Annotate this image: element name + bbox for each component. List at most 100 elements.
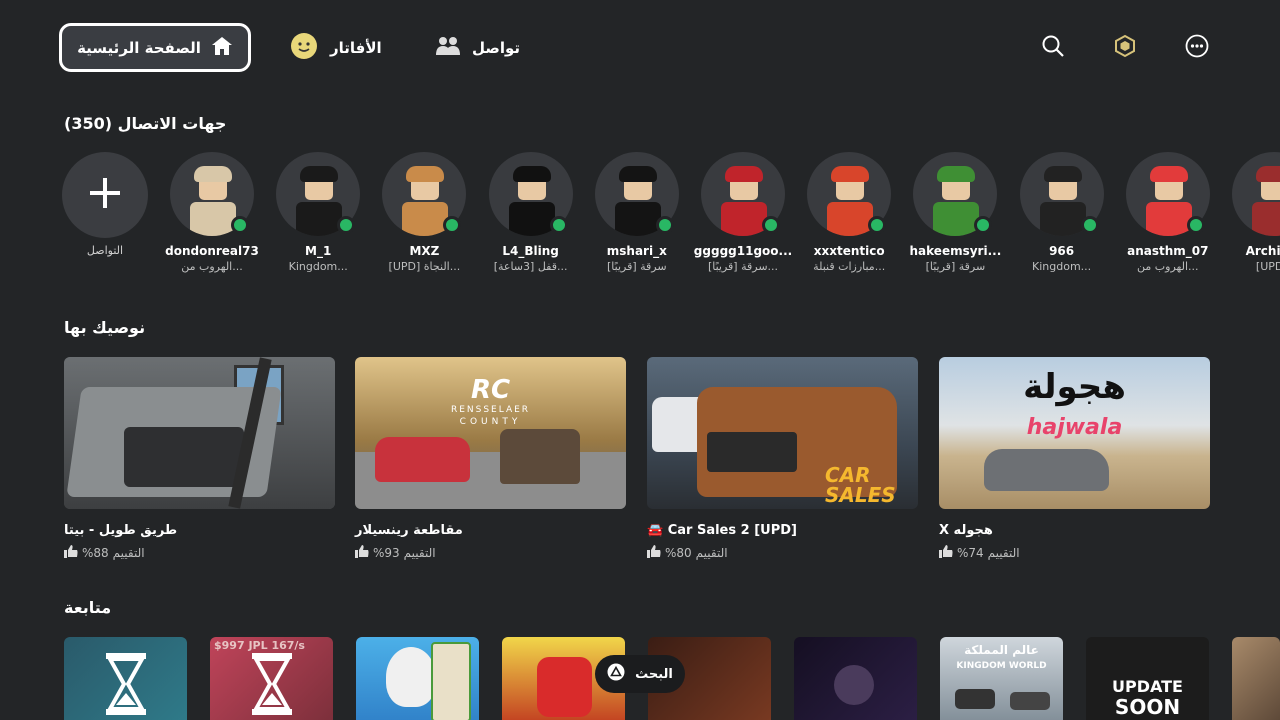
online-status-dot bbox=[337, 216, 356, 234]
add-contact-button[interactable] bbox=[62, 152, 148, 238]
online-status-dot bbox=[1186, 216, 1205, 234]
robux-button[interactable] bbox=[1110, 33, 1140, 63]
hajwala-latin-logo: hajwala bbox=[1026, 415, 1123, 440]
online-status-dot bbox=[868, 216, 887, 234]
top-navigation: الصفحة الرئيسية الأفاتار تواصل bbox=[0, 0, 1280, 96]
contact-item[interactable]: hakeemsyri... سرقة [قريبًا] bbox=[902, 152, 1008, 280]
avatar-face-icon bbox=[290, 32, 318, 64]
contact-name: ggggg11goo... bbox=[693, 244, 793, 258]
more-icon bbox=[1185, 34, 1209, 62]
continue-tile[interactable] bbox=[1232, 637, 1280, 720]
contact-item[interactable]: xxxtentico مبارزات قنبلة... bbox=[796, 152, 902, 280]
contact-status: [UPD!] bbox=[1255, 260, 1280, 273]
game-thumbnail[interactable]: CAR SALES bbox=[647, 357, 918, 509]
contact-item[interactable]: anasthm_07 الهروب من... bbox=[1115, 152, 1221, 280]
robux-icon bbox=[1113, 34, 1137, 62]
contact-status: الهروب من... bbox=[181, 260, 243, 273]
contact-status: Kingdom... bbox=[288, 260, 348, 273]
add-contact[interactable]: التواصل bbox=[62, 152, 168, 280]
online-status-dot bbox=[974, 216, 993, 234]
game-thumbnail[interactable]: RC RENSSELAER COUNTY bbox=[355, 357, 626, 509]
contact-name: 966 bbox=[1049, 244, 1075, 258]
rc-subtitle-1: RENSSELAER bbox=[450, 405, 531, 415]
trollface-image bbox=[386, 647, 436, 707]
contact-avatar[interactable] bbox=[1232, 152, 1280, 236]
rating-value: %93 bbox=[373, 545, 400, 560]
game-card[interactable]: CAR SALES [UPD] Car Sales 2 🚘 %80 التقيي… bbox=[647, 357, 918, 561]
hourglass-icon bbox=[250, 651, 294, 720]
hourglass-icon bbox=[104, 651, 148, 720]
continue-tile[interactable]: عالم المملكة KINGDOM WORLD bbox=[940, 637, 1063, 720]
search-shortcut-pill[interactable]: البحث bbox=[595, 655, 685, 693]
game-thumbnail[interactable] bbox=[64, 357, 335, 509]
nav-home-button[interactable]: الصفحة الرئيسية bbox=[59, 23, 251, 72]
rc-subtitle-2: COUNTY bbox=[459, 417, 522, 427]
contact-status: الهروب من... bbox=[1137, 260, 1199, 273]
nav-connect-button[interactable]: تواصل bbox=[436, 30, 520, 66]
contact-status: مبارزات قنبلة... bbox=[813, 260, 886, 273]
game-title: طريق طويل - بيتا bbox=[64, 523, 178, 538]
search-icon bbox=[1041, 34, 1065, 62]
game-card[interactable]: RC RENSSELAER COUNTY مقاطعة رينسيلار %93… bbox=[355, 357, 626, 561]
contact-item[interactable]: Archie... [UPD!] bbox=[1221, 152, 1280, 280]
contact-name: L4_Bling bbox=[502, 244, 559, 258]
home-icon bbox=[211, 36, 233, 60]
contact-item[interactable]: M_1 Kingdom... bbox=[265, 152, 371, 280]
thumbs-up-icon bbox=[939, 544, 953, 561]
contact-status: سرقة [قريبًا] bbox=[925, 260, 986, 273]
continue-tile[interactable] bbox=[64, 637, 187, 720]
contact-status: سرقة [قريبًا] bbox=[607, 260, 667, 273]
contact-name: M_1 bbox=[305, 244, 332, 258]
contact-name: dondonreal73 bbox=[165, 244, 259, 258]
contact-status: [UPD] النجاة... bbox=[388, 260, 461, 273]
contact-item[interactable]: L4_Bling قفل [3ساعة]... bbox=[478, 152, 584, 280]
continue-title: متابعة bbox=[64, 598, 112, 617]
more-options-button[interactable] bbox=[1182, 33, 1212, 63]
connect-label: تواصل bbox=[472, 39, 521, 57]
kingdom-world-arabic: عالم المملكة bbox=[964, 643, 1039, 657]
contact-item[interactable]: MXZ [UPD] النجاة... bbox=[371, 152, 477, 280]
contact-name: mshari_x bbox=[606, 244, 667, 258]
thumbs-up-icon bbox=[647, 544, 661, 561]
online-status-dot bbox=[762, 216, 780, 234]
add-contact-label: التواصل bbox=[86, 244, 124, 257]
game-thumbnail[interactable]: هجولة hajwala bbox=[939, 357, 1210, 509]
rating-value: %74 bbox=[957, 545, 984, 560]
contact-item[interactable]: 966 Kingdom... bbox=[1009, 152, 1115, 280]
rating-label: التقييم bbox=[987, 545, 1020, 560]
continue-tile[interactable]: UPDATE SOON bbox=[1086, 637, 1209, 720]
online-status-dot bbox=[231, 216, 249, 234]
people-icon bbox=[436, 35, 460, 61]
update-text-2: SOON bbox=[1114, 695, 1181, 719]
update-text-1: UPDATE bbox=[1112, 677, 1183, 696]
contact-name: Archie... bbox=[1245, 244, 1280, 258]
game-rating: %88 التقييم bbox=[64, 544, 335, 561]
online-status-dot bbox=[443, 216, 462, 234]
contact-item[interactable]: mshari_x سرقة [قريبًا] bbox=[584, 152, 690, 280]
game-title: مقاطعة رينسيلار bbox=[355, 523, 463, 538]
game-rating: %74 التقييم bbox=[939, 544, 1210, 561]
thumbs-up-icon bbox=[355, 544, 369, 561]
contact-item[interactable]: ggggg11goo... سرقة [قريبًا]... bbox=[690, 152, 796, 280]
rc-logo-text: RC bbox=[470, 375, 511, 405]
game-rating: %80 التقييم bbox=[647, 544, 918, 561]
game-card[interactable]: هجولة hajwala هجوله X %74 التقييم bbox=[939, 357, 1210, 561]
game-card[interactable]: طريق طويل - بيتا %88 التقييم bbox=[64, 357, 335, 561]
contacts-row: التواصل dondonreal73 الهروب من... M_1 Kingd… bbox=[62, 152, 1280, 282]
nav-avatar-button[interactable]: الأفاتار bbox=[290, 30, 382, 66]
plus-icon bbox=[87, 175, 123, 215]
continue-tile[interactable]: $997 JPL 167/s bbox=[210, 637, 333, 720]
contact-item[interactable]: dondonreal73 الهروب من... bbox=[159, 152, 265, 280]
recommended-title: نوصيك بها bbox=[64, 318, 146, 337]
search-button[interactable] bbox=[1038, 33, 1068, 63]
avatar-label: الأفاتار bbox=[330, 39, 382, 57]
car-sales-logo-1: CAR bbox=[825, 463, 871, 487]
continue-tile[interactable] bbox=[794, 637, 917, 720]
contact-name: anasthm_07 bbox=[1127, 244, 1209, 258]
continue-tile[interactable] bbox=[356, 637, 479, 720]
rating-label: التقييم bbox=[695, 545, 728, 560]
contact-status: Kingdom... bbox=[1032, 260, 1092, 273]
contact-name: hakeemsyri... bbox=[909, 244, 1002, 258]
online-status-dot bbox=[655, 216, 674, 234]
home-label: الصفحة الرئيسية bbox=[77, 38, 201, 57]
